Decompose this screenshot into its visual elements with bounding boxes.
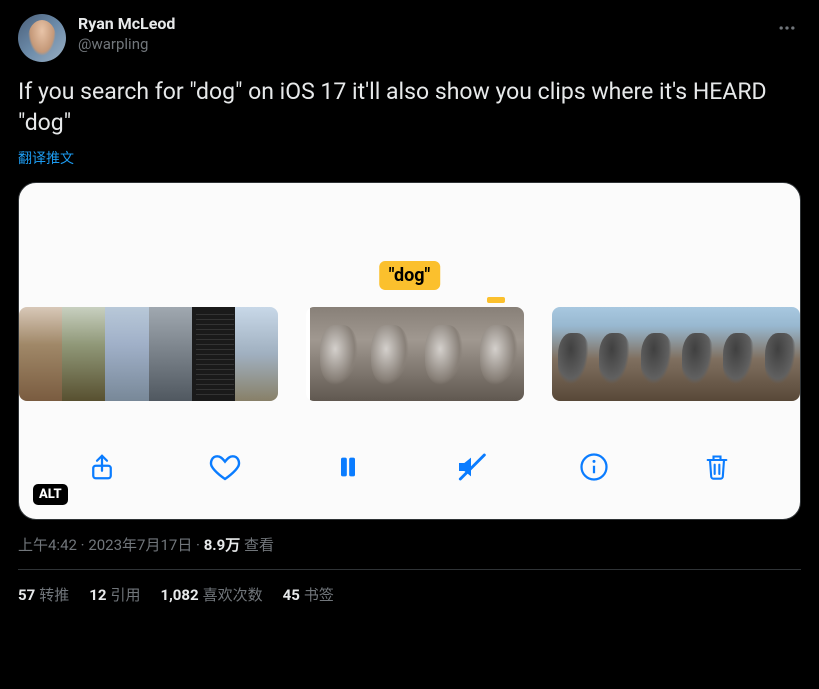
- tweet-header: Ryan McLeod @warpling: [18, 14, 801, 62]
- media-card[interactable]: "dog": [18, 182, 801, 520]
- thumbnail: [235, 307, 278, 401]
- thumbnail: [105, 307, 148, 401]
- likes-stat[interactable]: 1,082喜欢次数: [160, 584, 262, 605]
- thumbnail: [552, 307, 593, 401]
- thumbnail: [676, 307, 717, 401]
- tweet-text: If you search for "dog" on iOS 17 it'll …: [18, 76, 801, 138]
- ellipsis-icon: [777, 18, 797, 38]
- share-button[interactable]: [82, 447, 122, 487]
- translate-link[interactable]: 翻译推文: [18, 148, 74, 168]
- clip-group-1[interactable]: [19, 307, 278, 401]
- caption-bubble: "dog": [379, 261, 441, 290]
- user-info[interactable]: Ryan McLeod @warpling: [78, 14, 761, 54]
- tweet-date: 2023年7月17日: [88, 536, 192, 554]
- mute-icon: [455, 451, 487, 483]
- clip-group-2[interactable]: [306, 307, 524, 401]
- retweets-stat[interactable]: 57转推: [18, 584, 69, 605]
- info-button[interactable]: [574, 447, 614, 487]
- delete-button[interactable]: [697, 447, 737, 487]
- thumbnail: [470, 307, 524, 401]
- stats-row: 57转推 12引用 1,082喜欢次数 45书签: [18, 584, 801, 605]
- avatar[interactable]: [18, 14, 66, 62]
- quotes-stat[interactable]: 12引用: [89, 584, 140, 605]
- thumbnail: [306, 307, 361, 401]
- more-button[interactable]: [773, 14, 801, 46]
- share-icon: [87, 452, 117, 482]
- views-label: 查看: [240, 536, 274, 554]
- scrub-indicator: [487, 297, 505, 303]
- pause-icon: [334, 453, 362, 481]
- divider: [18, 569, 801, 570]
- tweet-meta[interactable]: 上午4:42 · 2023年7月17日 · 8.9万 查看: [18, 534, 801, 555]
- tweet-time: 上午4:42: [18, 536, 77, 554]
- display-name: Ryan McLeod: [78, 14, 761, 35]
- thumbnail: [149, 307, 192, 401]
- alt-badge[interactable]: ALT: [33, 484, 68, 505]
- user-handle: @warpling: [78, 35, 761, 55]
- like-button[interactable]: [205, 447, 245, 487]
- bookmarks-stat[interactable]: 45书签: [283, 584, 334, 605]
- tweet-container: Ryan McLeod @warpling If you search for …: [0, 0, 819, 605]
- thumbnail: [759, 307, 800, 401]
- thumbnail: [361, 307, 415, 401]
- thumbnail: [415, 307, 469, 401]
- media-toolbar: [19, 443, 800, 491]
- thumbnail: [593, 307, 634, 401]
- info-icon: [579, 452, 609, 482]
- clip-timeline[interactable]: [19, 307, 800, 401]
- views-count: 8.9万: [204, 536, 241, 554]
- thumbnail: [19, 307, 62, 401]
- trash-icon: [703, 453, 731, 481]
- mute-button[interactable]: [451, 447, 491, 487]
- heart-icon: [209, 451, 241, 483]
- clip-group-3[interactable]: [552, 307, 800, 401]
- thumbnail: [62, 307, 105, 401]
- thumbnail: [635, 307, 676, 401]
- thumbnail: [192, 307, 235, 401]
- thumbnail: [717, 307, 758, 401]
- pause-button[interactable]: [328, 447, 368, 487]
